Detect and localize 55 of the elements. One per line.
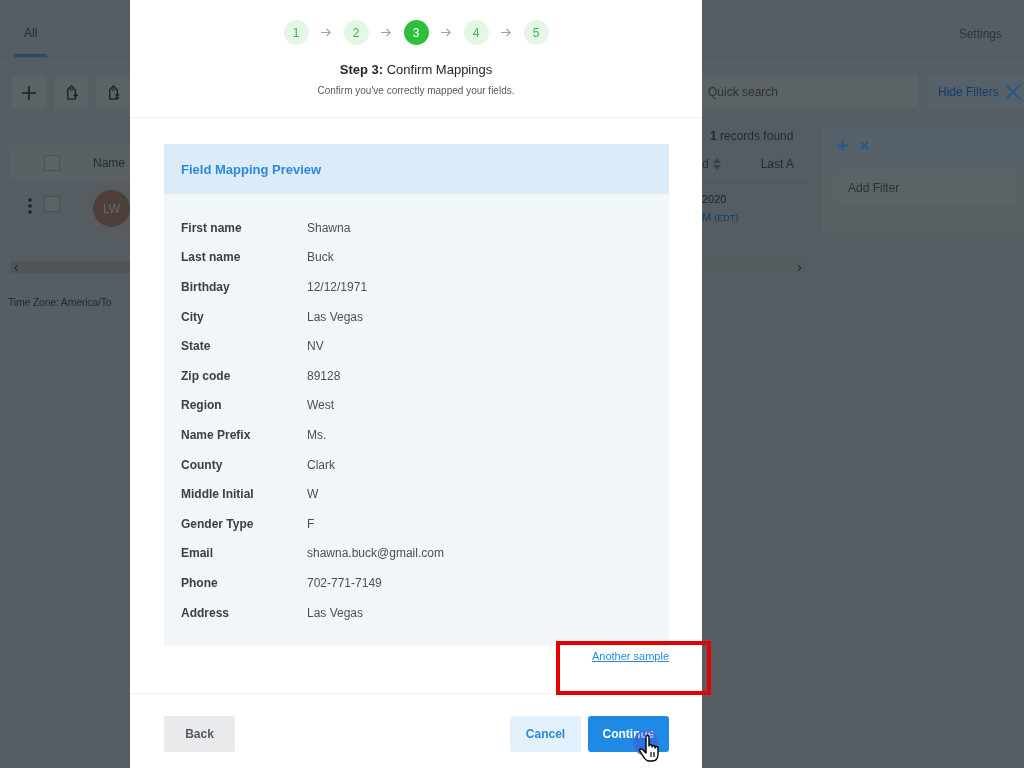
field-value: 12/12/1971 (307, 280, 368, 294)
more-icon[interactable] (28, 198, 32, 214)
step-indicator[interactable]: 1 (283, 20, 309, 45)
field-value: Clark (307, 457, 335, 472)
field-value: West (307, 398, 335, 413)
field-value: 89128 (307, 368, 341, 383)
field-label: Region (181, 398, 223, 413)
field-label: Middle Initial (181, 487, 255, 502)
preview-title: Field Mapping Preview (164, 144, 669, 194)
field-value: 702-771-7149 (307, 575, 382, 590)
time-text: M (702, 211, 712, 223)
field-value: Las Vegas (307, 605, 364, 620)
dialog-title: Step 3: Confirm Mappings (339, 62, 493, 77)
plus-icon[interactable] (837, 139, 848, 151)
another-sample-link[interactable]: Another sample (591, 650, 669, 665)
field-label: Birthday (181, 280, 231, 294)
field-label: Address (181, 605, 231, 620)
plus-icon[interactable] (21, 84, 37, 101)
dialog-subtitle: Confirm you've correctly mapped your fields. (317, 85, 515, 96)
field-value: W (307, 487, 319, 502)
step-indicator[interactable]: 4 (463, 20, 489, 45)
arrow-icon (380, 28, 392, 37)
field-label: Last name (181, 250, 242, 265)
cancel-button[interactable]: Cancel (510, 716, 581, 753)
date-text: 2020 (702, 193, 728, 205)
scroll-left-arrow[interactable]: ‹ (10, 261, 23, 273)
arrow-icon (320, 28, 332, 37)
field-label: City (181, 309, 205, 324)
step-indicator[interactable]: 5 (523, 20, 549, 45)
back-button[interactable]: Back (164, 716, 235, 753)
step-indicator[interactable]: 2 (343, 20, 369, 45)
arrow-icon (500, 28, 512, 37)
step-indicator[interactable]: 3 (403, 20, 429, 45)
field-label: Gender Type (181, 516, 255, 531)
field-value: Buck (307, 250, 334, 265)
field-value: shawna.buck@gmail.com (307, 546, 444, 561)
close-icon[interactable] (860, 140, 869, 150)
field-label: First name (181, 220, 243, 235)
field-label: State (181, 339, 212, 354)
field-label: Zip code (181, 368, 232, 383)
field-label: County (181, 457, 224, 472)
arrow-icon (440, 28, 452, 37)
field-value: Ms. (307, 427, 327, 442)
field-value: NV (307, 339, 324, 354)
scroll-right-arrow[interactable]: › (793, 261, 806, 273)
field-label: Phone (181, 575, 219, 590)
hide-filters-button[interactable]: Hide Filters (928, 75, 1024, 108)
time-zone-text: (EDT) (714, 213, 739, 223)
field-label: Email (181, 546, 214, 561)
field-value: Shawna (307, 220, 351, 235)
field-value: F (307, 516, 315, 531)
sort-icon[interactable] (712, 158, 721, 170)
field-value: Las Vegas (307, 309, 364, 324)
field-label: Name Prefix (181, 427, 252, 442)
close-icon[interactable] (1004, 83, 1021, 100)
